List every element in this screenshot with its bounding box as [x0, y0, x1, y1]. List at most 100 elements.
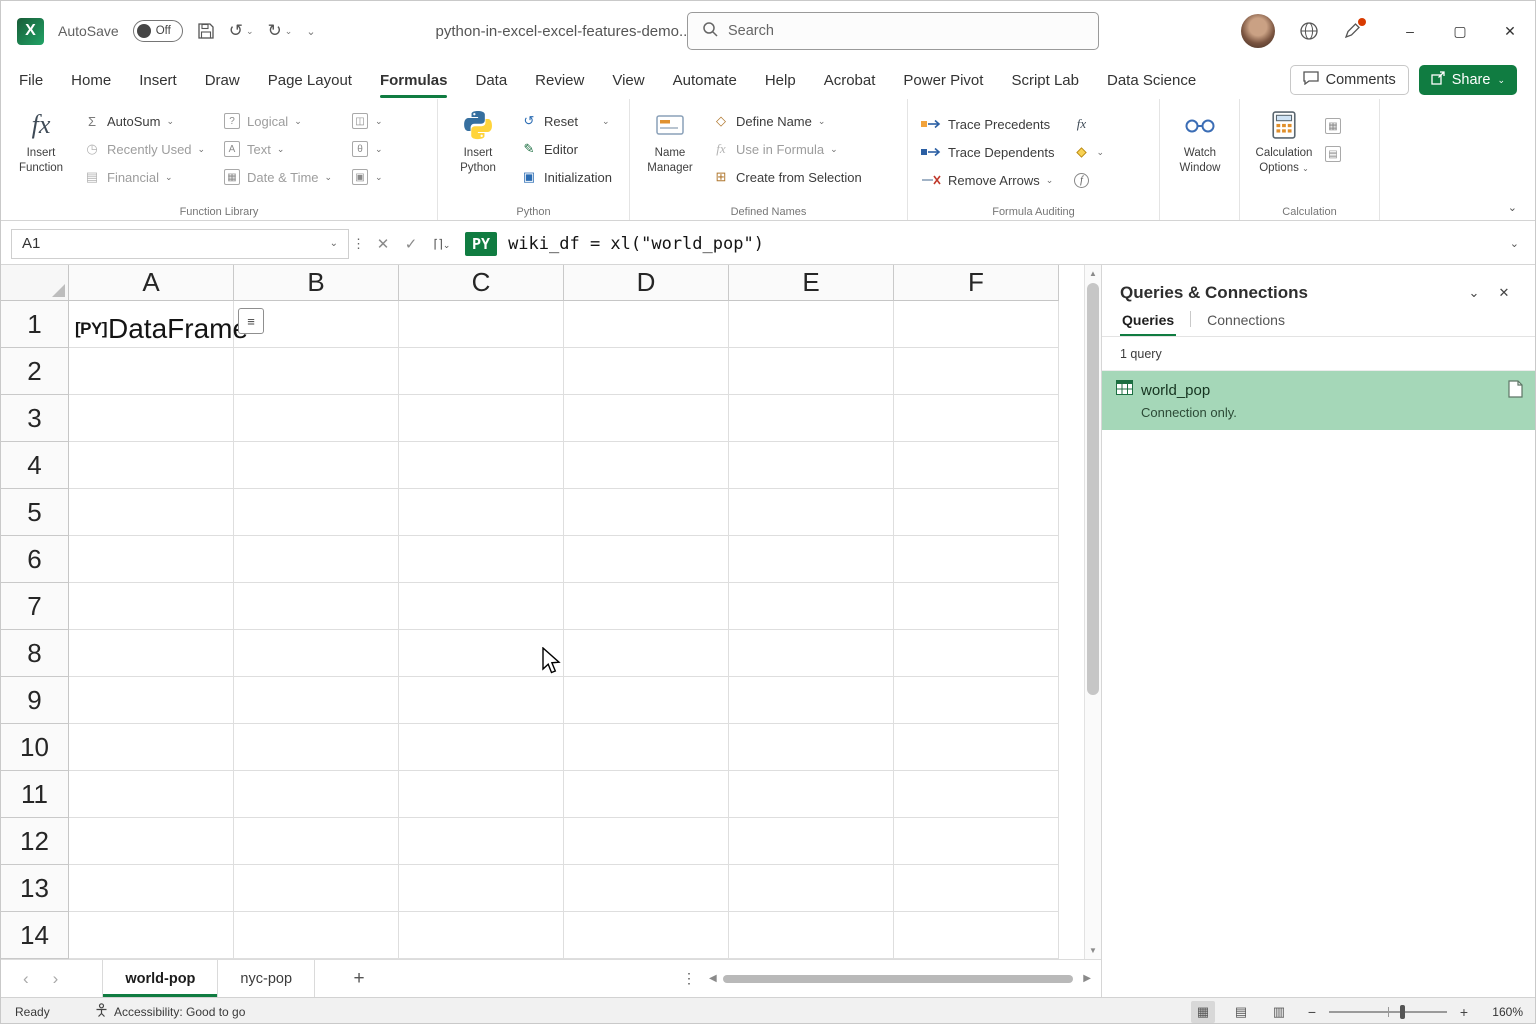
cell-F10[interactable]: [894, 724, 1059, 771]
pen-icon[interactable]: [1343, 22, 1361, 40]
cell-A7[interactable]: [69, 583, 234, 630]
cell-C6[interactable]: [399, 536, 564, 583]
cell-D3[interactable]: [564, 395, 729, 442]
menu-tab-automate[interactable]: Automate: [673, 61, 737, 99]
column-header-a[interactable]: A: [69, 265, 234, 301]
cell-E14[interactable]: [729, 912, 894, 959]
cell-D11[interactable]: [564, 771, 729, 818]
collapse-ribbon-chevron-icon[interactable]: ⌄: [1508, 201, 1517, 214]
date-time-button[interactable]: ▦ Date & Time ⌄: [219, 163, 347, 191]
cell-F14[interactable]: [894, 912, 1059, 959]
cell-A13[interactable]: [69, 865, 234, 912]
calculation-options-button[interactable]: Calculation Options ⌄: [1248, 104, 1320, 176]
zoom-slider[interactable]: [1329, 1011, 1447, 1013]
cell-D1[interactable]: [564, 301, 729, 348]
cell-F8[interactable]: [894, 630, 1059, 677]
horizontal-scrollbar[interactable]: ◀ ▶: [709, 973, 1101, 984]
horizontal-scrollbar-thumb[interactable]: [723, 975, 1074, 983]
cell-F12[interactable]: [894, 818, 1059, 865]
cell-E3[interactable]: [729, 395, 894, 442]
add-sheet-button[interactable]: +: [345, 968, 373, 990]
cell-F2[interactable]: [894, 348, 1059, 395]
cell-C13[interactable]: [399, 865, 564, 912]
cell-E13[interactable]: [729, 865, 894, 912]
excel-logo-icon[interactable]: X: [17, 18, 44, 45]
cell-E1[interactable]: [729, 301, 894, 348]
cell-C11[interactable]: [399, 771, 564, 818]
row-header-5[interactable]: 5: [1, 489, 69, 536]
column-header-d[interactable]: D: [564, 265, 729, 301]
cell-D9[interactable]: [564, 677, 729, 724]
sphere-icon[interactable]: [1299, 21, 1319, 41]
cell-E9[interactable]: [729, 677, 894, 724]
quick-access-chevron-icon[interactable]: ⌄: [306, 25, 315, 38]
cell-F4[interactable]: [894, 442, 1059, 489]
filename[interactable]: python-in-excel-excel-features-demo... ⌄: [436, 23, 707, 40]
cell-C5[interactable]: [399, 489, 564, 536]
use-in-formula-button[interactable]: fx Use in Formula ⌄: [708, 135, 866, 163]
scroll-left-arrow-icon[interactable]: ◀: [709, 973, 717, 984]
cell-B9[interactable]: [234, 677, 399, 724]
row-header-13[interactable]: 13: [1, 865, 69, 912]
column-header-c[interactable]: C: [399, 265, 564, 301]
math-trig-button[interactable]: θ ⌄: [347, 135, 389, 163]
minimize-button[interactable]: –: [1385, 1, 1435, 61]
cell-A12[interactable]: [69, 818, 234, 865]
select-all-corner[interactable]: [1, 265, 69, 301]
cell-E7[interactable]: [729, 583, 894, 630]
cell-B4[interactable]: [234, 442, 399, 489]
define-name-button[interactable]: ◇ Define Name ⌄: [708, 107, 866, 135]
formula-bar-kebab-icon[interactable]: ⋮: [349, 236, 369, 252]
menu-tab-view[interactable]: View: [612, 61, 644, 99]
cell-D8[interactable]: [564, 630, 729, 677]
insert-python-button[interactable]: Insert Python: [446, 104, 510, 176]
cell-C2[interactable]: [399, 348, 564, 395]
share-button[interactable]: Share ⌄: [1419, 65, 1517, 95]
menu-tab-insert[interactable]: Insert: [139, 61, 177, 99]
cell-A2[interactable]: [69, 348, 234, 395]
cell-F3[interactable]: [894, 395, 1059, 442]
cell-A8[interactable]: [69, 630, 234, 677]
vertical-scrollbar-thumb[interactable]: [1087, 283, 1099, 695]
insert-function-button[interactable]: fx Insert Function: [9, 104, 73, 176]
page-layout-view-button[interactable]: ▤: [1229, 1001, 1253, 1023]
lookup-reference-button[interactable]: ◫ ⌄: [347, 107, 389, 135]
cancel-icon[interactable]: ✕: [369, 235, 397, 253]
row-header-1[interactable]: 1: [1, 301, 69, 348]
cell-C10[interactable]: [399, 724, 564, 771]
cell-B8[interactable]: [234, 630, 399, 677]
cell-A3[interactable]: [69, 395, 234, 442]
zoom-slider-handle[interactable]: [1400, 1005, 1405, 1019]
cell-F13[interactable]: [894, 865, 1059, 912]
cell-B10[interactable]: [234, 724, 399, 771]
more-functions-button[interactable]: ▣ ⌄: [347, 163, 389, 191]
cell-D4[interactable]: [564, 442, 729, 489]
scroll-down-arrow-icon[interactable]: ▼: [1085, 946, 1101, 955]
vertical-scrollbar[interactable]: ▲ ▼: [1084, 265, 1101, 959]
remove-arrows-button[interactable]: Remove Arrows ⌄: [916, 166, 1058, 194]
row-header-4[interactable]: 4: [1, 442, 69, 489]
query-item[interactable]: world_pop Connection only.: [1102, 371, 1536, 430]
formula-bar-expand-chevron-icon[interactable]: ⌄: [1510, 237, 1525, 250]
create-from-selection-button[interactable]: ⊞ Create from Selection: [708, 163, 866, 191]
tab-connections[interactable]: Connections: [1205, 312, 1287, 336]
menu-tab-help[interactable]: Help: [765, 61, 796, 99]
comments-button[interactable]: Comments: [1290, 65, 1409, 95]
cell-A10[interactable]: [69, 724, 234, 771]
cell-B6[interactable]: [234, 536, 399, 583]
cell-D10[interactable]: [564, 724, 729, 771]
menu-tab-power-pivot[interactable]: Power Pivot: [903, 61, 983, 99]
cell-E2[interactable]: [729, 348, 894, 395]
tab-queries[interactable]: Queries: [1120, 312, 1176, 336]
menu-tab-data[interactable]: Data: [475, 61, 507, 99]
panel-collapse-chevron-icon[interactable]: ⌄: [1459, 285, 1489, 301]
sheet-tab-nyc-pop[interactable]: nyc-pop: [218, 960, 315, 997]
accessibility-status[interactable]: Accessibility: Good to go: [95, 1003, 245, 1020]
error-checking-button[interactable]: ⌄: [1068, 138, 1108, 166]
panel-close-button[interactable]: ✕: [1489, 285, 1519, 301]
menu-tab-script-lab[interactable]: Script Lab: [1011, 61, 1079, 99]
menu-tab-draw[interactable]: Draw: [205, 61, 240, 99]
logical-button[interactable]: ? Logical ⌄: [219, 107, 347, 135]
autosave-toggle[interactable]: Off: [133, 20, 183, 42]
row-header-3[interactable]: 3: [1, 395, 69, 442]
